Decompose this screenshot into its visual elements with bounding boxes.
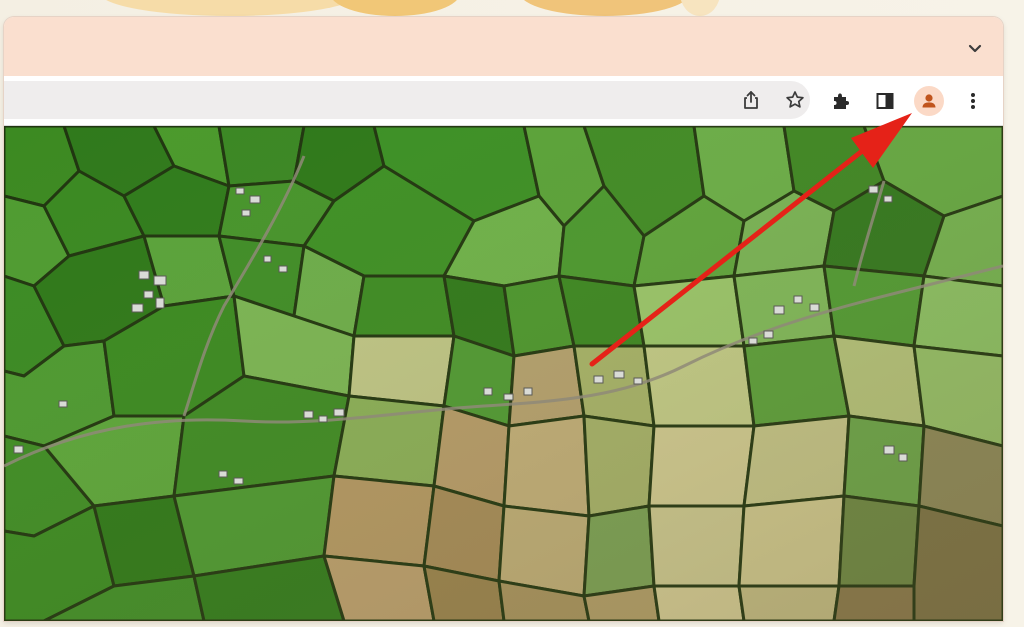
wallpaper-shape: [520, 0, 690, 16]
browser-toolbar: [4, 76, 1003, 126]
star-icon: [786, 91, 804, 108]
wallpaper-shape: [100, 0, 360, 16]
tab-search-button[interactable]: [965, 41, 985, 57]
wallpaper-shape: [680, 0, 720, 16]
web-page-content: [4, 126, 1003, 621]
side-panel-icon: [876, 93, 894, 109]
tab-strip: [4, 17, 1003, 76]
profile-avatar-icon: [922, 94, 936, 108]
extensions-button[interactable]: [825, 85, 857, 117]
profile-button[interactable]: [914, 86, 944, 116]
chrome-menu-button[interactable]: [957, 85, 989, 117]
browser-window: [4, 17, 1003, 621]
side-panel-button[interactable]: [869, 85, 901, 117]
wallpaper-shape: [330, 0, 460, 16]
puzzle-icon: [834, 93, 849, 109]
share-icon: [744, 91, 758, 109]
address-bar-input[interactable]: [14, 81, 698, 121]
satellite-farmland-image: [4, 126, 1003, 621]
chevron-down-icon: [968, 44, 982, 53]
share-button[interactable]: [736, 85, 766, 115]
address-bar[interactable]: [4, 81, 810, 121]
kebab-menu-icon: [971, 93, 975, 109]
bookmark-button[interactable]: [780, 85, 810, 115]
